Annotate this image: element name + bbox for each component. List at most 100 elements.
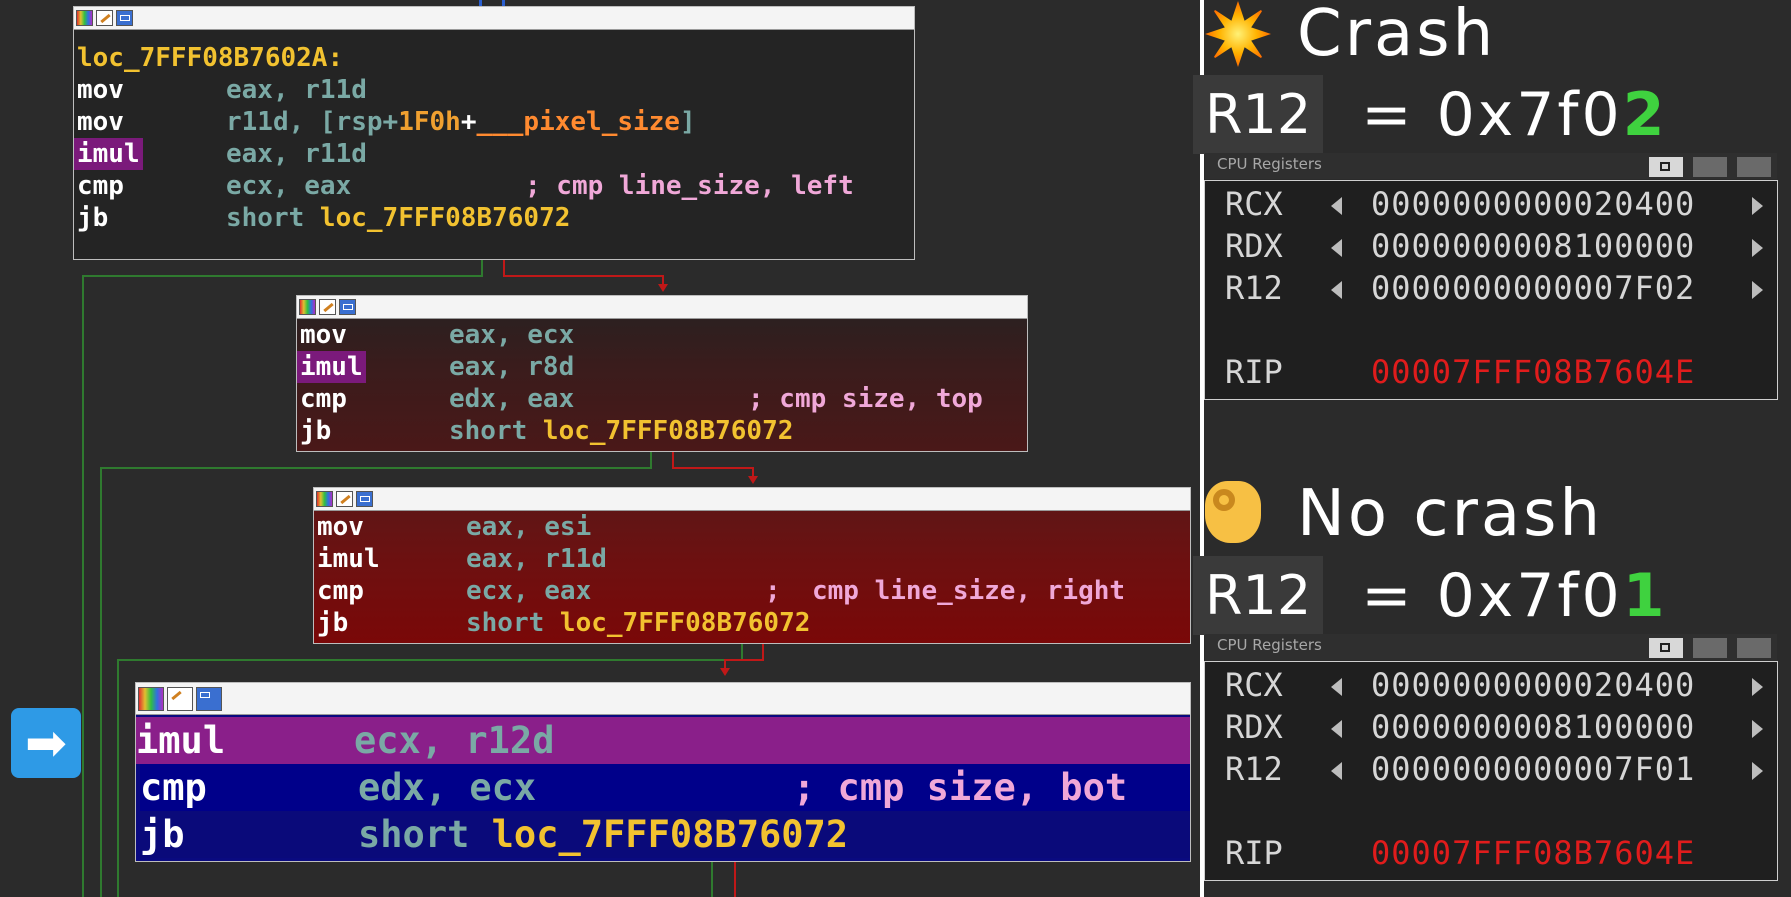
window-button[interactable] xyxy=(1693,157,1727,177)
mnemonic: imul xyxy=(136,719,226,762)
register-row[interactable]: RDX 0000000008100000 xyxy=(1205,227,1777,267)
instruction-line[interactable]: mov eax, esi xyxy=(317,511,1190,543)
color-palette-icon[interactable] xyxy=(138,686,164,711)
code-block-1[interactable]: loc_7FFF08B7602A: mov eax, r11d mov r11d, [… xyxy=(73,6,915,260)
decrement-arrow-icon[interactable] xyxy=(1331,678,1342,696)
instruction-line[interactable]: mov r11d, [rsp+1F0h+___pixel_size] xyxy=(77,106,914,138)
close-window-button[interactable] xyxy=(1737,157,1771,177)
register-value[interactable]: 00007FFF08B7604E xyxy=(1371,353,1695,391)
nocrash-heading-text: No crash xyxy=(1297,477,1603,551)
edit-icon[interactable] xyxy=(336,491,353,507)
increment-arrow-icon[interactable] xyxy=(1752,720,1763,738)
window-button[interactable] xyxy=(1693,638,1727,658)
flow-wire xyxy=(650,452,652,468)
register-row[interactable]: R12 0000000000007F01 xyxy=(1205,750,1777,790)
increment-arrow-icon[interactable] xyxy=(1752,197,1763,215)
operands: eax, r11d xyxy=(226,74,367,106)
operand-token: ecx, r12d xyxy=(354,719,555,762)
operand-token: edx, eax xyxy=(449,384,575,414)
register-label: RDX xyxy=(1225,227,1283,265)
register-value[interactable]: 00007FFF08B7604E xyxy=(1371,834,1695,872)
code-block-2[interactable]: mov eax, ecx imul eax, r8d cmp edx, eax ; cmp … xyxy=(296,295,1028,452)
instruction-line[interactable]: imul eax, r11d xyxy=(317,543,1190,575)
graph-view-icon[interactable] xyxy=(339,299,356,315)
operand-token[interactable]: loc_7FFF08B76072 xyxy=(492,813,848,856)
instruction-line[interactable]: imul eax, r11d xyxy=(74,138,914,170)
register-row[interactable]: R12 0000000000007F02 xyxy=(1205,269,1777,309)
color-palette-icon[interactable] xyxy=(299,299,316,315)
block-code: loc_7FFF08B7602A: mov eax, r11d mov r11d, [… xyxy=(74,30,914,234)
restore-window-button[interactable] xyxy=(1649,638,1683,658)
graph-view-icon[interactable] xyxy=(116,10,133,26)
instruction-line[interactable]: cmp ecx, eax ; cmp line_size, right xyxy=(317,575,1190,607)
register-value[interactable]: 0000000000020400 xyxy=(1371,185,1695,223)
edit-icon[interactable] xyxy=(167,686,193,711)
register-value[interactable]: 0000000000020400 xyxy=(1371,666,1695,704)
flow-wire xyxy=(752,467,754,476)
instruction-line[interactable]: jb short loc_7FFF08B76072 xyxy=(140,811,1190,858)
flow-wire xyxy=(724,659,726,668)
decrement-arrow-icon[interactable] xyxy=(1331,762,1342,780)
instruction-line[interactable]: imul ecx, r12d xyxy=(136,717,1190,764)
edit-icon[interactable] xyxy=(319,299,336,315)
nocrash-registers-window[interactable]: CPU Registers RCX 0000000000020400 RDX 0000… xyxy=(1204,634,1778,881)
code-block-3[interactable]: mov eax, esi imul eax, r11d cmp ecx, eax ; cmp… xyxy=(313,487,1191,644)
register-row[interactable]: RIP 00007FFF08B7604E xyxy=(1205,834,1777,874)
crash-registers-window[interactable]: CPU Registers RCX 0000000000020400 RDX 0000… xyxy=(1204,153,1778,400)
increment-arrow-icon[interactable] xyxy=(1752,678,1763,696)
flow-wire xyxy=(100,467,652,469)
mnemonic: imul xyxy=(317,544,380,574)
decrement-arrow-icon[interactable] xyxy=(1331,281,1342,299)
graph-view-icon[interactable] xyxy=(196,686,222,711)
instruction-line[interactable]: cmp edx, eax ; cmp size, top xyxy=(300,383,1027,415)
decrement-arrow-icon[interactable] xyxy=(1331,197,1342,215)
register-value[interactable]: 0000000008100000 xyxy=(1371,708,1695,746)
register-row[interactable]: RIP 00007FFF08B7604E xyxy=(1205,353,1777,393)
operands: edx, eax xyxy=(449,383,574,415)
operand-token[interactable]: loc_7FFF08B76072 xyxy=(560,608,810,638)
register-label: RIP xyxy=(1225,834,1283,872)
register-value[interactable]: 0000000000007F02 xyxy=(1371,269,1695,307)
mnemonic: jb xyxy=(140,813,185,856)
restore-window-button[interactable] xyxy=(1649,157,1683,177)
code-block-4[interactable]: imul ecx, r12d cmp edx, ecx; cmp size, bot j… xyxy=(135,682,1191,862)
close-window-button[interactable] xyxy=(1737,638,1771,658)
flow-wire xyxy=(117,659,119,897)
instruction-line[interactable]: mov eax, ecx xyxy=(300,319,1027,351)
block-titlebar xyxy=(297,296,1027,319)
color-palette-icon[interactable] xyxy=(76,10,93,26)
edit-icon[interactable] xyxy=(96,10,113,26)
comment: ; cmp line_size, left xyxy=(525,171,854,201)
increment-arrow-icon[interactable] xyxy=(1752,239,1763,257)
increment-arrow-icon[interactable] xyxy=(1752,762,1763,780)
register-row[interactable]: RCX 0000000000020400 xyxy=(1205,666,1777,706)
operands: short loc_7FFF08B76072 xyxy=(226,202,570,234)
color-palette-icon[interactable] xyxy=(316,491,333,507)
register-row[interactable]: RCX 0000000000020400 xyxy=(1205,185,1777,225)
register-name: R12 xyxy=(1193,75,1324,154)
instruction-line[interactable]: jb short loc_7FFF08B76072 xyxy=(300,415,1027,447)
increment-arrow-icon[interactable] xyxy=(1752,281,1763,299)
operand-token: eax, esi xyxy=(466,512,592,542)
instruction-line[interactable]: jb short loc_7FFF08B76072 xyxy=(317,607,1190,639)
operand-token[interactable]: loc_7FFF08B76072 xyxy=(320,203,570,233)
decrement-arrow-icon[interactable] xyxy=(1331,720,1342,738)
instruction-line[interactable]: imul eax, r8d xyxy=(297,351,1027,383)
operand-token[interactable]: loc_7FFF08B76072 xyxy=(543,416,793,446)
nocrash-panel: No crash R12 = 0x7f01 CPU Registers RCX 0… xyxy=(1193,477,1791,897)
decrement-arrow-icon[interactable] xyxy=(1331,239,1342,257)
flow-wire xyxy=(662,275,664,284)
register-row[interactable]: RDX 0000000008100000 xyxy=(1205,708,1777,748)
register-value[interactable]: 0000000008100000 xyxy=(1371,227,1695,265)
instruction-line[interactable]: cmp edx, ecx ; cmp size, bot xyxy=(140,764,1190,811)
register-value[interactable]: 0000000000007F01 xyxy=(1371,750,1695,788)
instruction-line[interactable]: jb short loc_7FFF08B76072 xyxy=(77,202,914,234)
operand-token: eax, r11d xyxy=(466,544,607,574)
graph-view-icon[interactable] xyxy=(356,491,373,507)
flow-wire xyxy=(82,275,483,277)
block-label[interactable]: loc_7FFF08B7602A: xyxy=(77,42,914,74)
flow-wire xyxy=(481,260,483,276)
flow-wire xyxy=(503,260,505,276)
instruction-line[interactable]: cmp ecx, eax ; cmp line_size, left xyxy=(77,170,914,202)
instruction-line[interactable]: mov eax, r11d xyxy=(77,74,914,106)
